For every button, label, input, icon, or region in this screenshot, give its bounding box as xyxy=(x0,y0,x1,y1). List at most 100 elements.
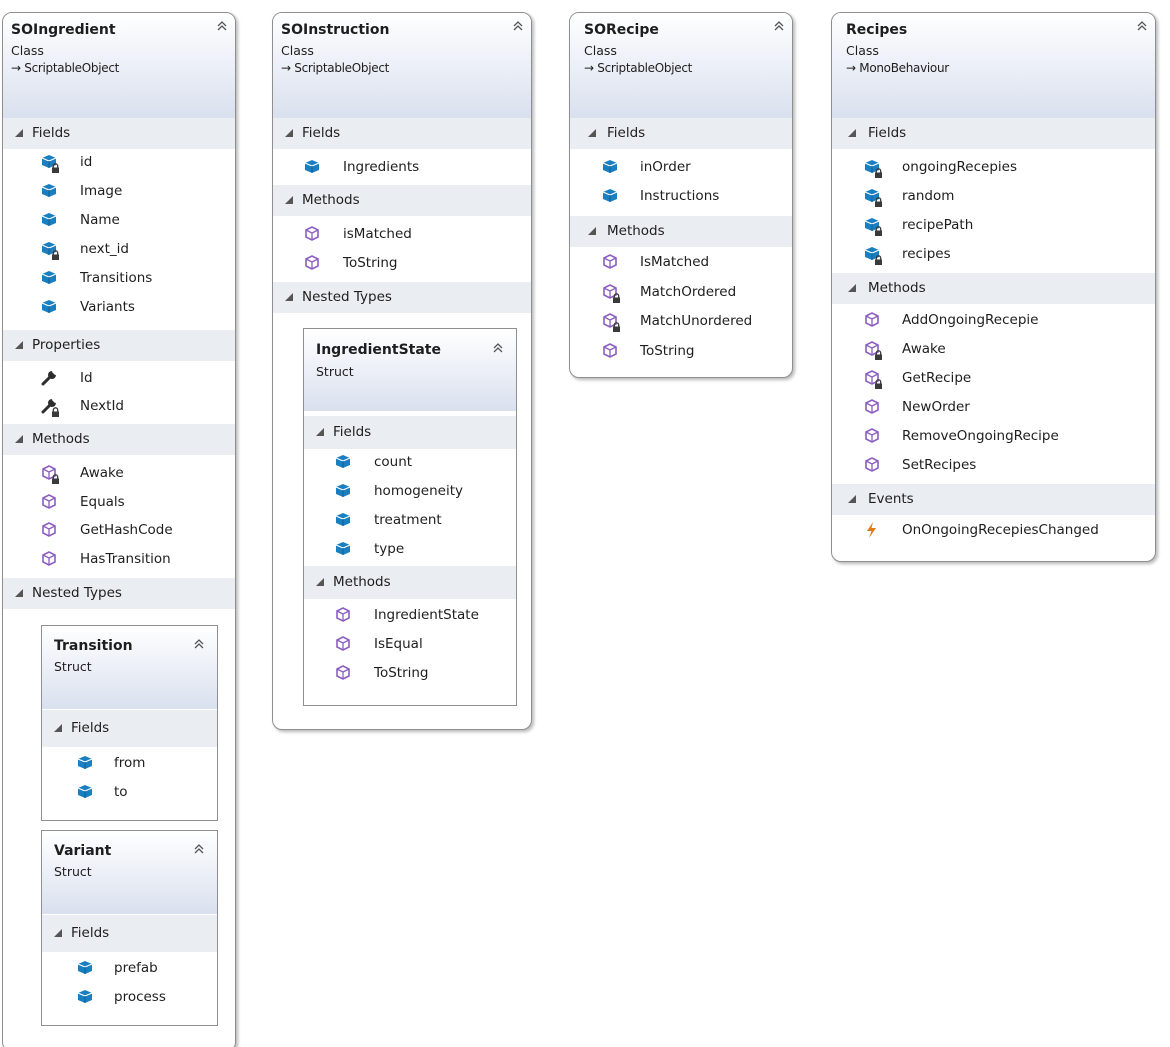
section-fields[interactable]: Fields xyxy=(42,710,217,747)
section-label: Properties xyxy=(32,337,101,353)
member-row[interactable]: count xyxy=(304,449,516,478)
member-row[interactable]: isMatched xyxy=(273,221,531,250)
member-row[interactable]: Equals xyxy=(3,489,235,518)
member-row[interactable]: next_id xyxy=(3,236,235,265)
member-row[interactable]: Id xyxy=(3,365,235,394)
struct-header: Variant Struct xyxy=(42,831,217,914)
section-properties[interactable]: Properties xyxy=(3,330,235,361)
field-private-icon xyxy=(864,218,882,236)
member-row[interactable]: SetRecipes xyxy=(832,452,1155,481)
member-name: Awake xyxy=(902,341,946,357)
class-kind: Class xyxy=(11,43,44,58)
member-row[interactable]: Ingredients xyxy=(273,154,531,183)
class-kind: Class xyxy=(584,43,617,58)
class-header: SOIngredient Class → ScriptableObject xyxy=(3,13,235,118)
section-fields[interactable]: Fields xyxy=(304,416,516,449)
member-row[interactable]: treatment xyxy=(304,507,516,536)
member-name: ToString xyxy=(374,665,429,681)
collapse-chevron-icon[interactable] xyxy=(492,342,504,354)
struct-box-variant[interactable]: Variant Struct Fields prefab process xyxy=(41,830,218,1026)
member-row[interactable]: ongoingRecepies xyxy=(832,154,1155,183)
member-row[interactable]: Awake xyxy=(832,336,1155,365)
section-methods[interactable]: Methods xyxy=(832,273,1155,304)
class-box-soingredient[interactable]: SOIngredient Class → ScriptableObject Fi… xyxy=(2,12,236,1047)
member-name: Instructions xyxy=(640,188,720,204)
struct-kind: Struct xyxy=(54,864,92,879)
member-row[interactable]: ToString xyxy=(273,250,531,279)
field-icon xyxy=(335,455,351,468)
member-row[interactable]: to xyxy=(42,779,217,808)
member-row[interactable]: Transitions xyxy=(3,265,235,294)
section-methods[interactable]: Methods xyxy=(3,424,235,455)
member-row[interactable]: random xyxy=(832,183,1155,212)
property-private-icon xyxy=(41,398,59,417)
member-row[interactable]: prefab xyxy=(42,955,217,984)
member-row[interactable]: IsEqual xyxy=(304,631,516,660)
member-row[interactable]: IngredientState xyxy=(304,602,516,631)
member-name: SetRecipes xyxy=(902,457,977,473)
member-row[interactable]: inOrder xyxy=(570,154,792,183)
expand-triangle-icon xyxy=(588,227,596,235)
expand-triangle-icon xyxy=(15,129,23,137)
class-box-sorecipe[interactable]: SORecipe Class → ScriptableObject Fields… xyxy=(569,12,793,378)
member-row[interactable]: MatchUnordered xyxy=(570,308,792,337)
member-row[interactable]: RemoveOngoingRecipe xyxy=(832,423,1155,452)
member-row[interactable]: process xyxy=(42,984,217,1013)
base-class: → ScriptableObject xyxy=(11,61,120,75)
collapse-chevron-icon[interactable] xyxy=(773,20,785,32)
member-name: NewOrder xyxy=(902,399,970,415)
member-row[interactable]: GetHashCode xyxy=(3,517,235,546)
collapse-chevron-icon[interactable] xyxy=(216,20,228,32)
member-row[interactable]: Name xyxy=(3,207,235,236)
member-row[interactable]: NextId xyxy=(3,393,235,422)
class-box-recipes[interactable]: Recipes Class → MonoBehaviour Fields ong… xyxy=(831,12,1156,562)
struct-box-ingredientstate[interactable]: IngredientState Struct Fields count homog… xyxy=(303,328,517,706)
member-name: type xyxy=(374,541,405,557)
member-row[interactable]: NewOrder xyxy=(832,394,1155,423)
expand-triangle-icon xyxy=(848,129,856,137)
section-nested-types[interactable]: Nested Types xyxy=(3,578,235,609)
field-private-icon xyxy=(864,189,882,207)
section-label: Fields xyxy=(607,125,646,141)
member-row[interactable]: HasTransition xyxy=(3,546,235,575)
section-nested-types[interactable]: Nested Types xyxy=(273,282,531,313)
class-box-soinstruction[interactable]: SOInstruction Class → ScriptableObject F… xyxy=(272,12,532,730)
member-row[interactable]: IsMatched xyxy=(570,249,792,278)
member-row[interactable]: recipePath xyxy=(832,212,1155,241)
member-row[interactable]: AddOngoingRecepie xyxy=(832,307,1155,336)
member-row[interactable]: GetRecipe xyxy=(832,365,1155,394)
section-fields[interactable]: Fields xyxy=(832,118,1155,149)
field-private-icon xyxy=(864,160,882,178)
member-row[interactable]: id xyxy=(3,149,235,178)
collapse-chevron-icon[interactable] xyxy=(512,20,524,32)
section-methods[interactable]: Methods xyxy=(273,185,531,216)
member-row[interactable]: Image xyxy=(3,178,235,207)
collapse-chevron-icon[interactable] xyxy=(193,638,205,650)
member-row[interactable]: ToString xyxy=(570,338,792,367)
class-name: SOIngredient xyxy=(11,22,116,38)
section-label: Methods xyxy=(868,280,926,296)
member-row[interactable]: Awake xyxy=(3,460,235,489)
member-row[interactable]: Instructions xyxy=(570,183,792,212)
section-fields[interactable]: Fields xyxy=(3,118,235,149)
section-fields[interactable]: Fields xyxy=(273,118,531,149)
section-methods[interactable]: Methods xyxy=(304,566,516,599)
member-name: IsEqual xyxy=(374,636,423,652)
member-row[interactable]: recipes xyxy=(832,241,1155,270)
collapse-chevron-icon[interactable] xyxy=(1136,20,1148,32)
member-row[interactable]: homogeneity xyxy=(304,478,516,507)
member-row[interactable]: type xyxy=(304,536,516,565)
section-events[interactable]: Events xyxy=(832,484,1155,515)
member-row[interactable]: MatchOrdered xyxy=(570,279,792,308)
section-fields[interactable]: Fields xyxy=(42,915,217,952)
member-row[interactable]: OnOngoingRecepiesChanged xyxy=(832,517,1155,546)
method-icon xyxy=(603,342,617,358)
member-row[interactable]: from xyxy=(42,750,217,779)
section-fields[interactable]: Fields xyxy=(570,118,792,149)
member-row[interactable]: Variants xyxy=(3,294,235,323)
section-methods[interactable]: Methods xyxy=(570,216,792,247)
collapse-chevron-icon[interactable] xyxy=(193,843,205,855)
member-name: Image xyxy=(80,183,123,199)
struct-box-transition[interactable]: Transition Struct Fields from to xyxy=(41,625,218,821)
member-row[interactable]: ToString xyxy=(304,660,516,689)
